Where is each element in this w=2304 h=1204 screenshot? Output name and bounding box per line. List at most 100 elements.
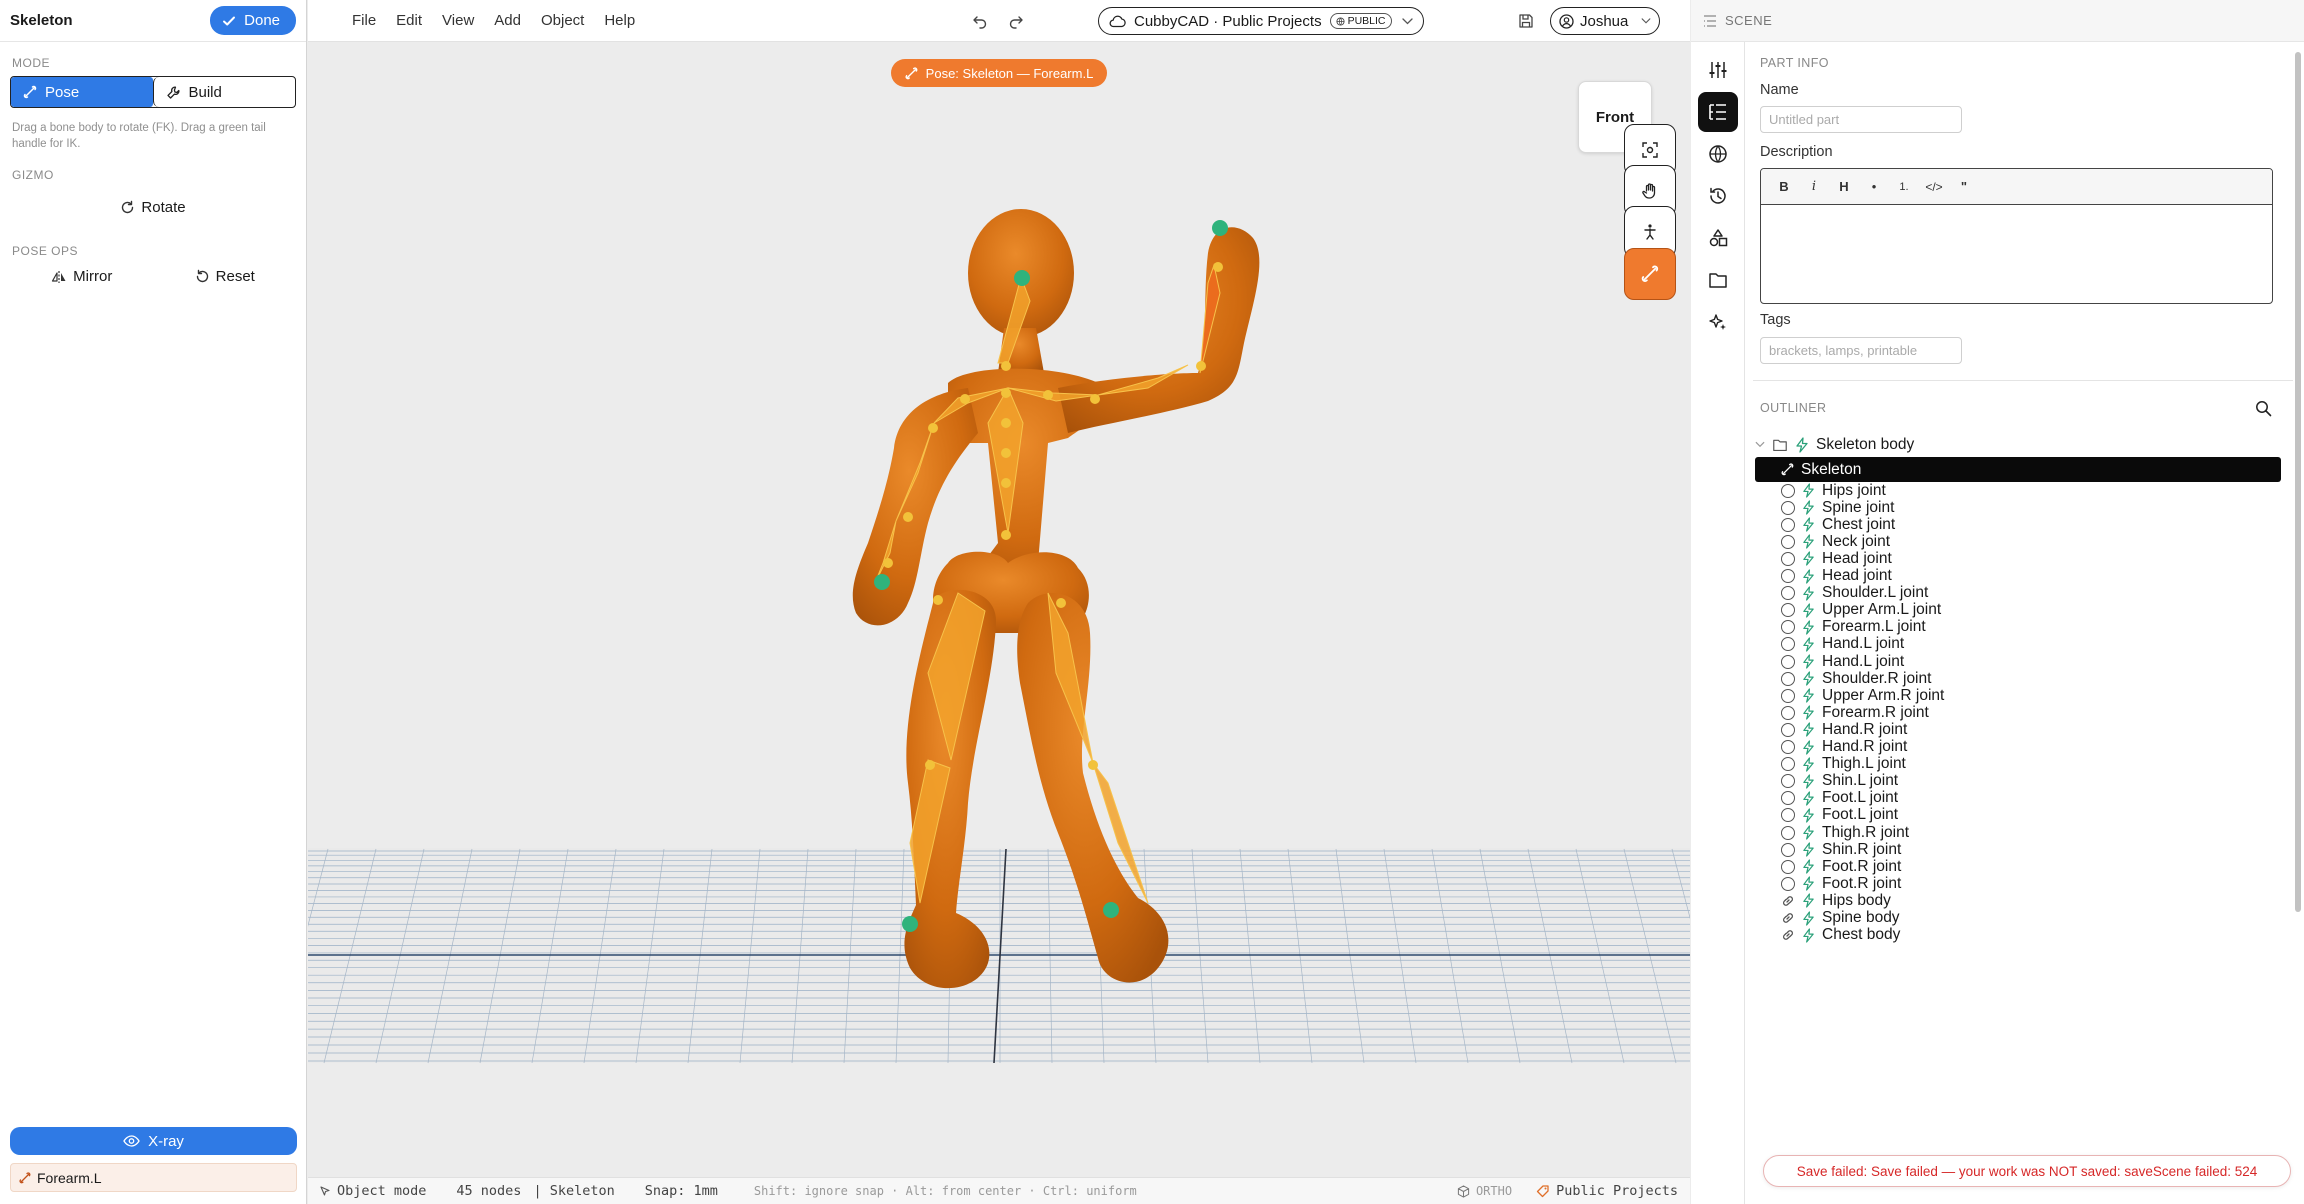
tags-label: Tags bbox=[1760, 312, 1791, 328]
status-mode-label: Object mode bbox=[337, 1183, 427, 1199]
folder-icon bbox=[1773, 439, 1787, 451]
pose-tool-button[interactable] bbox=[1624, 248, 1676, 300]
body-row-label: Chest body bbox=[1822, 926, 1901, 944]
status-project: Public Projects bbox=[1536, 1183, 1678, 1199]
rotate-icon bbox=[122, 200, 134, 213]
rail-environment-button[interactable] bbox=[1698, 134, 1738, 174]
viewport-scene[interactable] bbox=[308, 43, 1690, 1177]
tree-root-row[interactable]: Skeleton body bbox=[1755, 432, 1914, 457]
3d-viewport[interactable]: Pose: Skeleton — Forearm.L Front bbox=[308, 43, 1690, 1177]
save-button[interactable] bbox=[1516, 11, 1536, 31]
pose-ops-row: Mirror Reset bbox=[0, 264, 306, 289]
menu-edit[interactable]: Edit bbox=[386, 12, 432, 29]
icon-rail bbox=[1691, 42, 1744, 1204]
globe-icon bbox=[1709, 145, 1727, 163]
bullet-list-button[interactable]: • bbox=[1861, 179, 1887, 194]
user-menu[interactable]: Joshua bbox=[1550, 7, 1660, 35]
description-editor[interactable]: B i H • 1. </> " bbox=[1760, 168, 2273, 304]
panel-scrollbar[interactable] bbox=[2295, 52, 2301, 912]
folder-icon bbox=[1709, 273, 1727, 288]
xray-toggle-button[interactable]: X-ray bbox=[10, 1127, 297, 1155]
user-icon bbox=[1559, 13, 1574, 29]
status-projection-label: ORTHO bbox=[1475, 1184, 1513, 1198]
rotate-label: Rotate bbox=[141, 198, 186, 216]
heading-button[interactable]: H bbox=[1831, 179, 1857, 194]
shapes-icon bbox=[1709, 229, 1728, 247]
ground-grid bbox=[308, 848, 1690, 1064]
tree-root-label: Skeleton body bbox=[1816, 435, 1915, 453]
pose-chip-label: Pose: Skeleton — Forearm.L bbox=[925, 65, 1094, 81]
quote-button[interactable]: " bbox=[1951, 179, 1977, 194]
status-object: | Skeleton bbox=[533, 1183, 615, 1199]
rail-properties-button[interactable] bbox=[1698, 50, 1738, 90]
focus-icon bbox=[1642, 142, 1658, 158]
status-project-label: Public Projects bbox=[1556, 1183, 1678, 1199]
menu-help[interactable]: Help bbox=[594, 12, 645, 29]
pose-mode-button[interactable]: Pose bbox=[11, 77, 153, 107]
rail-outliner-button[interactable] bbox=[1698, 92, 1738, 132]
tree-selected-label: Skeleton bbox=[1801, 460, 1862, 478]
code-button[interactable]: </> bbox=[1921, 180, 1947, 194]
reset-button[interactable]: Reset bbox=[195, 268, 255, 285]
bone-icon bbox=[19, 1171, 31, 1183]
italic-button[interactable]: i bbox=[1801, 179, 1827, 194]
mirror-button[interactable]: Mirror bbox=[51, 268, 112, 285]
numbered-list-button[interactable]: 1. bbox=[1891, 181, 1917, 193]
menu-view[interactable]: View bbox=[432, 12, 484, 29]
status-snap[interactable]: Snap: 1mm bbox=[645, 1183, 718, 1199]
gizmo-section-label: GIZMO bbox=[12, 168, 54, 182]
menu-object[interactable]: Object bbox=[531, 12, 594, 29]
redo-button[interactable] bbox=[1006, 11, 1026, 31]
scene-header: SCENE bbox=[1691, 0, 2304, 42]
person-icon bbox=[1644, 224, 1656, 240]
status-mode: Object mode bbox=[320, 1183, 426, 1199]
wrench-icon bbox=[166, 86, 179, 99]
error-toast[interactable]: Save failed: Save failed — your work was… bbox=[1763, 1155, 2291, 1187]
rail-history-button[interactable] bbox=[1698, 176, 1738, 216]
status-projection[interactable]: ORTHO bbox=[1457, 1184, 1512, 1198]
description-label: Description bbox=[1760, 144, 1833, 160]
xray-label: X-ray bbox=[148, 1132, 184, 1150]
link-icon bbox=[1783, 930, 1793, 940]
view-cube-label: Front bbox=[1595, 108, 1635, 126]
project-selector[interactable]: CubbyCAD · Public Projects PUBLIC bbox=[1098, 7, 1424, 35]
bold-button[interactable]: B bbox=[1771, 179, 1797, 194]
mode-section-label: MODE bbox=[12, 56, 50, 70]
rail-shapes-button[interactable] bbox=[1698, 218, 1738, 258]
chevron-down-icon bbox=[1641, 18, 1651, 24]
public-badge: PUBLIC bbox=[1329, 13, 1392, 29]
undo-icon bbox=[973, 16, 987, 29]
outliner-search-button[interactable] bbox=[2255, 400, 2272, 421]
history-icon bbox=[1710, 187, 1726, 204]
part-name-input[interactable]: Untitled part bbox=[1760, 106, 1962, 133]
mirror-icon bbox=[52, 270, 66, 283]
tags-input[interactable]: brackets, lamps, printable bbox=[1760, 337, 1962, 364]
bone-icon bbox=[905, 66, 918, 79]
name-label: Name bbox=[1760, 82, 1799, 98]
build-mode-button[interactable]: Build bbox=[152, 77, 296, 107]
check-icon bbox=[223, 16, 236, 25]
menu-file[interactable]: File bbox=[342, 12, 386, 29]
left-panel-header: Skeleton Done bbox=[0, 0, 306, 42]
rail-files-button[interactable] bbox=[1698, 260, 1738, 300]
hand-icon bbox=[1642, 183, 1656, 199]
rail-ai-button[interactable] bbox=[1698, 302, 1738, 342]
outliner-section-label: OUTLINER bbox=[1760, 401, 1827, 415]
left-panel: Skeleton Done MODE Pose Build Drag a bon… bbox=[0, 0, 307, 1204]
pose-ops-section-label: POSE OPS bbox=[12, 244, 79, 258]
rotate-button[interactable]: Rotate bbox=[0, 194, 306, 220]
body-row[interactable]: Chest body bbox=[1781, 923, 1900, 948]
undo-button[interactable] bbox=[970, 11, 990, 31]
done-label: Done bbox=[244, 12, 280, 29]
selected-bone-label: Forearm.L bbox=[37, 1169, 102, 1186]
save-icon bbox=[1519, 14, 1533, 28]
menu-add[interactable]: Add bbox=[484, 12, 531, 29]
build-mode-label: Build bbox=[188, 83, 222, 101]
mode-hint: Drag a bone body to rotate (FK). Drag a … bbox=[12, 122, 266, 150]
status-nodes: 45 nodes bbox=[456, 1183, 522, 1199]
lightning-icon bbox=[1796, 436, 1808, 453]
error-toast-message: Save failed: Save failed — your work was… bbox=[1796, 1163, 2258, 1179]
redo-icon bbox=[1009, 16, 1023, 29]
done-button[interactable]: Done bbox=[210, 6, 296, 35]
reset-icon bbox=[196, 269, 208, 283]
